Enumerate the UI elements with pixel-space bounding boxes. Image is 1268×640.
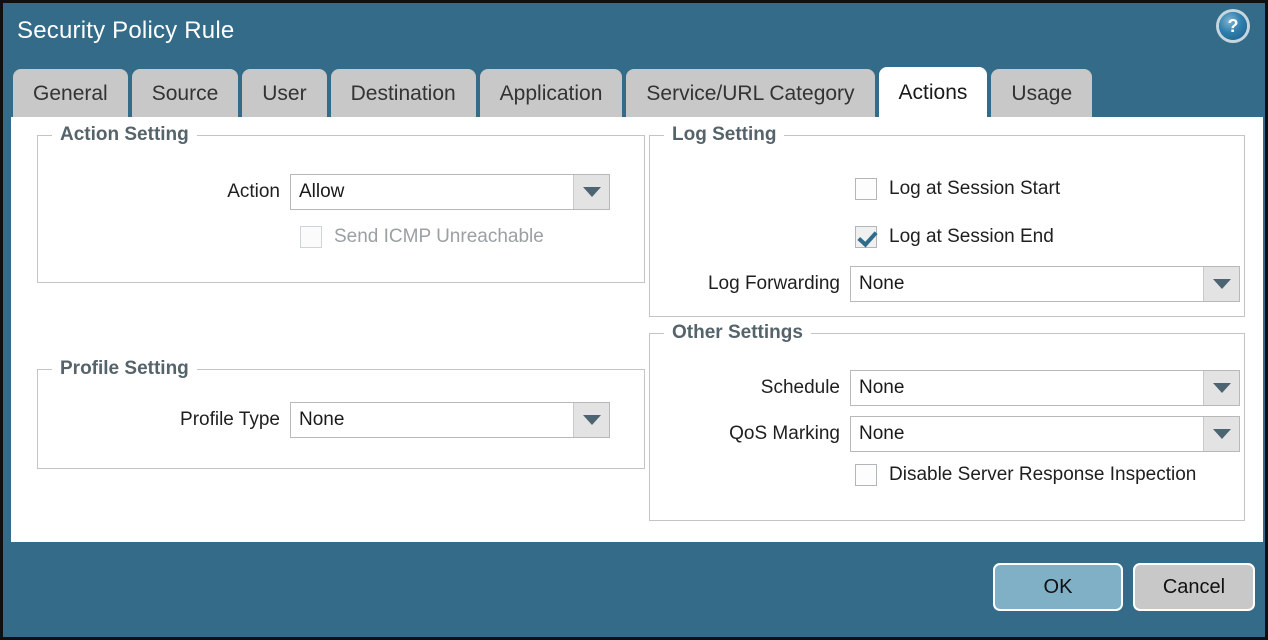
log-at-session-start-checkbox[interactable] <box>855 178 877 200</box>
tab-label: User <box>262 82 307 105</box>
chevron-down-icon[interactable] <box>573 403 609 437</box>
log-forwarding-row: Log Forwarding None <box>700 266 1240 302</box>
schedule-select-value: None <box>859 377 905 398</box>
log-forwarding-label: Log Forwarding <box>707 273 840 294</box>
dialog-titlebar: Security Policy Rule ? <box>3 3 1265 65</box>
schedule-select[interactable]: None <box>850 370 1240 406</box>
send-icmp-unreachable-label: Send ICMP Unreachable <box>334 226 544 247</box>
tab-content-actions: Action Setting Action Allow Send ICMP Un… <box>11 117 1263 542</box>
qos-marking-select[interactable]: None <box>850 416 1240 452</box>
send-icmp-unreachable-checkbox[interactable] <box>300 226 322 248</box>
chevron-down-icon[interactable] <box>1203 371 1239 405</box>
log-at-session-end-checkbox[interactable] <box>855 226 877 248</box>
tab-user[interactable]: User <box>242 69 327 119</box>
profile-setting-group: Profile Setting Profile Type None <box>37 358 645 469</box>
profile-type-select-value: None <box>299 409 345 430</box>
qos-marking-row: QoS Marking None <box>700 416 1240 452</box>
profile-type-label: Profile Type <box>180 409 280 430</box>
dialog-title: Security Policy Rule <box>17 17 235 44</box>
tab-label: Actions <box>898 81 968 104</box>
tab-application[interactable]: Application <box>479 69 623 119</box>
tab-bar: General Source User Destination Applicat… <box>13 67 1096 119</box>
tab-source[interactable]: Source <box>131 69 239 119</box>
send-icmp-unreachable-checkbox-row[interactable]: Send ICMP Unreachable <box>300 226 544 248</box>
tab-destination[interactable]: Destination <box>330 69 476 119</box>
action-setting-legend: Action Setting <box>52 124 197 146</box>
schedule-label: Schedule <box>760 377 840 398</box>
log-setting-legend: Log Setting <box>664 124 785 146</box>
tab-usage[interactable]: Usage <box>991 69 1093 119</box>
log-at-session-end-checkbox-row[interactable]: Log at Session End <box>855 226 1054 248</box>
cancel-button[interactable]: Cancel <box>1133 563 1255 611</box>
tab-service-url-category[interactable]: Service/URL Category <box>626 69 875 119</box>
chevron-down-icon[interactable] <box>1203 267 1239 301</box>
profile-type-select[interactable]: None <box>290 402 610 438</box>
tab-label: Usage <box>1011 82 1073 105</box>
tab-label: Application <box>499 82 603 105</box>
dialog-footer: OK Cancel <box>3 541 1265 637</box>
log-forwarding-select-value: None <box>859 273 905 294</box>
log-at-session-start-label: Log at Session Start <box>889 178 1061 199</box>
tab-general[interactable]: General <box>13 69 128 119</box>
other-settings-group: Other Settings Schedule None QoS Marking… <box>649 322 1245 521</box>
qos-marking-select-value: None <box>859 423 905 444</box>
disable-server-response-inspection-label: Disable Server Response Inspection <box>889 464 1197 485</box>
disable-server-response-inspection-checkbox-row[interactable]: Disable Server Response Inspection <box>855 464 1196 486</box>
tab-label: Service/URL Category <box>646 82 855 105</box>
schedule-row: Schedule None <box>700 370 1240 406</box>
help-circle-icon[interactable]: ? <box>1219 12 1247 40</box>
help-glyph: ? <box>1227 15 1239 36</box>
action-label: Action <box>227 181 280 202</box>
profile-setting-legend: Profile Setting <box>52 358 197 380</box>
log-forwarding-select[interactable]: None <box>850 266 1240 302</box>
action-row: Action Allow <box>218 174 610 210</box>
action-select[interactable]: Allow <box>290 174 610 210</box>
profile-type-row: Profile Type None <box>178 402 610 438</box>
log-at-session-start-checkbox-row[interactable]: Log at Session Start <box>855 178 1060 200</box>
log-setting-group: Log Setting Log at Session Start Log at … <box>649 124 1245 317</box>
disable-server-response-inspection-checkbox[interactable] <box>855 464 877 486</box>
chevron-down-icon[interactable] <box>573 175 609 209</box>
security-policy-rule-dialog: Security Policy Rule ? General Source Us… <box>0 0 1268 640</box>
tab-label: Destination <box>350 82 456 105</box>
action-select-value: Allow <box>299 181 345 202</box>
other-settings-legend: Other Settings <box>664 322 811 344</box>
tab-actions[interactable]: Actions <box>878 67 988 119</box>
chevron-down-icon[interactable] <box>1203 417 1239 451</box>
qos-marking-label: QoS Marking <box>729 423 840 444</box>
action-setting-group: Action Setting Action Allow Send ICMP Un… <box>37 124 645 283</box>
ok-button[interactable]: OK <box>993 563 1123 611</box>
tab-label: General <box>33 82 108 105</box>
log-at-session-end-label: Log at Session End <box>889 226 1054 247</box>
tab-label: Source <box>151 82 219 105</box>
